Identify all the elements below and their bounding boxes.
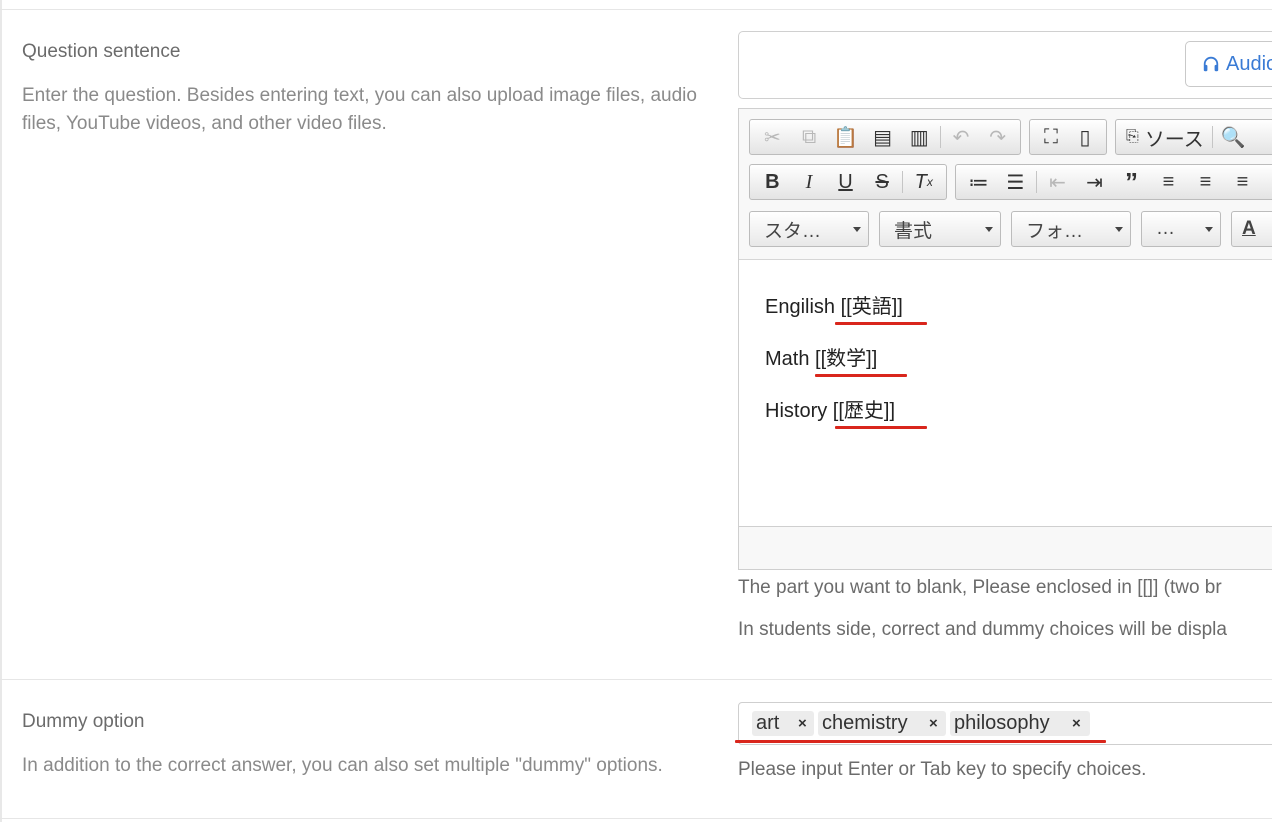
underline-mark bbox=[815, 374, 907, 377]
chevron-down-icon bbox=[853, 227, 861, 232]
source-group: ⎘ ソース 🔍 bbox=[1115, 119, 1272, 155]
editor-toolbar: ✂ ⧉ 📋 ▤ ▥ ↶ ↷ ⛶ ▯ ⎘ ソース 🔍 B I U S T x ≔ … bbox=[739, 109, 1272, 260]
clipboard-group: ✂ ⧉ 📋 ▤ ▥ ↶ ↷ bbox=[749, 119, 1021, 155]
editor-content[interactable]: Engilish [[英語]] Math [[数学]] History [[歴史… bbox=[739, 260, 1272, 527]
audio-button[interactable]: Audio bbox=[1185, 41, 1272, 87]
separator bbox=[902, 171, 904, 193]
tags-underline-mark bbox=[735, 740, 1106, 743]
tag-art: art × bbox=[752, 711, 814, 736]
styles-combo-label: スタ… bbox=[764, 220, 822, 242]
cut-icon[interactable]: ✂ bbox=[754, 122, 791, 152]
basic-style-group: B I U S Tx bbox=[749, 164, 947, 200]
show-blocks-icon[interactable]: ▯ bbox=[1068, 122, 1102, 152]
headphones-icon bbox=[1203, 56, 1219, 72]
question-help-1: The part you want to blank, Please enclo… bbox=[738, 577, 1222, 598]
align-left-icon[interactable]: ≡ bbox=[1150, 167, 1187, 197]
tag-chemistry: chemistry × bbox=[818, 711, 946, 736]
paste-text-icon[interactable]: ▤ bbox=[864, 122, 901, 152]
source-label: ソース bbox=[1144, 128, 1204, 151]
question-help-2: In students side, correct and dummy choi… bbox=[738, 619, 1227, 640]
paste-word-icon[interactable]: ▥ bbox=[901, 122, 938, 152]
separator bbox=[1211, 126, 1213, 148]
separator bbox=[1036, 171, 1037, 193]
remove-format-icon[interactable]: Tx bbox=[905, 167, 942, 197]
font-combo-label: フォ… bbox=[1026, 220, 1084, 242]
format-combo-label: 書式 bbox=[894, 220, 933, 242]
bold-icon[interactable]: B bbox=[754, 167, 791, 197]
styles-combo[interactable]: スタ… bbox=[749, 211, 869, 247]
size-combo-label: … bbox=[1156, 218, 1175, 239]
left-border bbox=[0, 0, 2, 822]
dummy-help: Please input Enter or Tab key to specify… bbox=[738, 759, 1147, 780]
divider-top bbox=[0, 9, 1272, 10]
italic-icon[interactable]: I bbox=[791, 167, 828, 197]
align-center-icon[interactable]: ≡ bbox=[1187, 167, 1224, 197]
align-right-icon[interactable]: ≡ bbox=[1224, 167, 1261, 197]
audio-button-label: Audio bbox=[1226, 52, 1272, 75]
bulleted-list-icon[interactable]: ☰ bbox=[997, 167, 1034, 197]
chevron-down-icon bbox=[1205, 227, 1213, 232]
maximize-icon[interactable]: ⛶ bbox=[1034, 122, 1068, 152]
dummy-title: Dummy option bbox=[22, 711, 145, 732]
paste-icon[interactable]: 📋 bbox=[827, 122, 864, 152]
dummy-description: In addition to the correct answer, you c… bbox=[22, 755, 663, 776]
separator bbox=[939, 126, 941, 148]
source-button[interactable]: ⎘ ソース bbox=[1120, 122, 1210, 152]
undo-icon[interactable]: ↶ bbox=[943, 122, 980, 152]
blockquote-icon[interactable]: ” bbox=[1113, 167, 1150, 197]
remove-tag-icon[interactable]: × bbox=[798, 715, 807, 732]
divider-middle bbox=[0, 679, 1272, 680]
tag-philosophy: philosophy × bbox=[950, 711, 1090, 736]
underline-icon[interactable]: U bbox=[827, 167, 864, 197]
content-line-2: Math [[数学]] bbox=[765, 348, 878, 370]
numbered-list-icon[interactable]: ≔ bbox=[960, 167, 997, 197]
rich-text-editor: ✂ ⧉ 📋 ▤ ▥ ↶ ↷ ⛶ ▯ ⎘ ソース 🔍 B I U S T x ≔ … bbox=[738, 108, 1272, 570]
underline-mark bbox=[835, 322, 927, 325]
strike-icon[interactable]: S bbox=[864, 167, 901, 197]
remove-tag-icon[interactable]: × bbox=[929, 715, 938, 732]
paragraph-group: ≔ ☰ ⇤ ⇥ ” ≡ ≡ ≡ bbox=[955, 164, 1272, 200]
source-icon: ⎘ bbox=[1126, 128, 1139, 145]
copy-icon[interactable]: ⧉ bbox=[791, 122, 828, 152]
remove-tag-icon[interactable]: × bbox=[1072, 715, 1081, 732]
divider-bottom bbox=[0, 818, 1272, 819]
question-description: Enter the question. Besides entering tex… bbox=[22, 85, 697, 134]
chevron-down-icon bbox=[985, 227, 993, 232]
outdent-icon[interactable]: ⇤ bbox=[1039, 167, 1076, 197]
format-combo[interactable]: 書式 bbox=[879, 211, 1001, 247]
font-combo[interactable]: フォ… bbox=[1011, 211, 1131, 247]
underline-mark bbox=[835, 426, 927, 429]
tag-label: chemistry bbox=[822, 712, 908, 734]
redo-icon[interactable]: ↷ bbox=[979, 122, 1016, 152]
content-line-1: Engilish [[英語]] bbox=[765, 296, 903, 318]
size-combo[interactable]: … bbox=[1141, 211, 1221, 247]
text-color-button[interactable]: A bbox=[1231, 211, 1272, 247]
tag-label: philosophy bbox=[954, 712, 1050, 734]
text-color-icon: A bbox=[1242, 218, 1256, 239]
tag-label: art bbox=[756, 712, 780, 734]
content-line-3: History [[歴史]] bbox=[765, 400, 896, 422]
chevron-down-icon bbox=[1115, 227, 1123, 232]
view-group: ⛶ ▯ bbox=[1029, 119, 1107, 155]
question-title: Question sentence bbox=[22, 41, 181, 62]
indent-icon[interactable]: ⇥ bbox=[1076, 167, 1113, 197]
preview-icon[interactable]: 🔍 bbox=[1215, 122, 1252, 152]
